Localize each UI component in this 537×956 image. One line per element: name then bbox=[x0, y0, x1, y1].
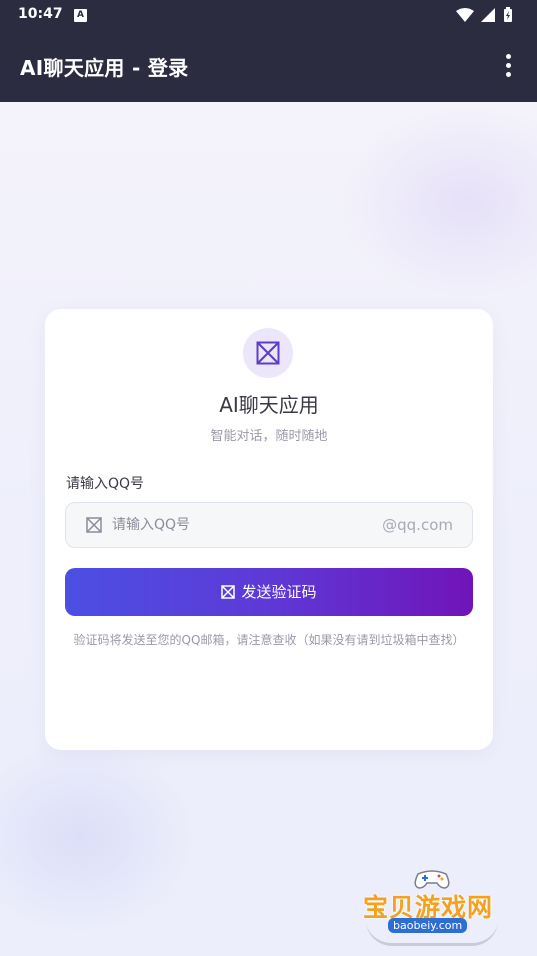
placeholder-box-icon bbox=[86, 517, 102, 533]
email-domain-suffix: @qq.com bbox=[382, 516, 453, 534]
placeholder-box-icon bbox=[256, 341, 280, 365]
app-title: AI聊天应用 - 登录 bbox=[20, 56, 189, 80]
more-vert-icon[interactable] bbox=[493, 50, 525, 82]
app-tagline: 智能对话，随时随地 bbox=[210, 429, 328, 444]
battery-icon bbox=[504, 7, 512, 22]
qq-input-container[interactable]: @qq.com bbox=[65, 502, 473, 548]
watermark-logo: 宝贝游戏网 baobeiy.com bbox=[360, 866, 510, 952]
background-glow bbox=[337, 102, 537, 302]
app-name: AI聊天应用 bbox=[219, 393, 319, 417]
wifi-icon bbox=[456, 8, 474, 22]
status-icons bbox=[455, 6, 521, 24]
login-screen: AI聊天应用 智能对话，随时随地 请输入QQ号 @qq.com 发送验证码 验证… bbox=[0, 102, 537, 956]
signal-icon bbox=[481, 8, 495, 22]
status-bar: 10:47 A bbox=[0, 0, 537, 30]
watermark-url: baobeiy.com bbox=[388, 918, 468, 933]
notification-badge: A bbox=[74, 9, 87, 22]
background-glow bbox=[0, 736, 200, 936]
send-code-button[interactable]: 发送验证码 bbox=[65, 568, 473, 616]
send-code-label: 发送验证码 bbox=[241, 583, 317, 601]
app-logo bbox=[243, 328, 293, 378]
placeholder-box-icon bbox=[221, 585, 236, 599]
login-card: AI聊天应用 智能对话，随时随地 请输入QQ号 @qq.com 发送验证码 验证… bbox=[45, 309, 493, 750]
qq-input[interactable] bbox=[112, 503, 372, 547]
verification-hint: 验证码将发送至您的QQ邮箱，请注意查收（如果没有请到垃圾箱中查找） bbox=[73, 633, 465, 647]
qq-field-label: 请输入QQ号 bbox=[66, 476, 145, 492]
status-time: 10:47 bbox=[18, 6, 63, 22]
app-bar: AI聊天应用 - 登录 bbox=[0, 30, 537, 102]
